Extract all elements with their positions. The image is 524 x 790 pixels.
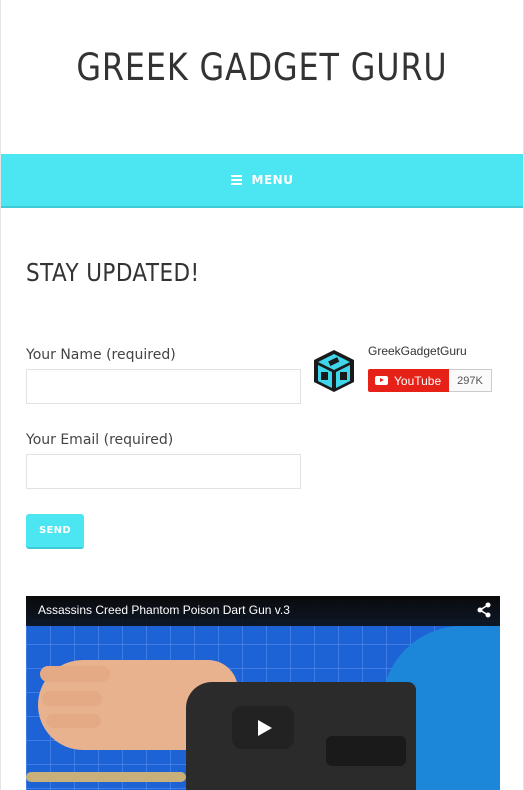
youtube-subscribe: YouTube 297K xyxy=(368,369,492,392)
name-input[interactable] xyxy=(26,369,301,404)
video-frame-rod xyxy=(26,772,186,782)
channel-logo-icon[interactable] xyxy=(311,348,357,394)
video-frame-finger xyxy=(46,714,101,728)
video-title[interactable]: Assassins Creed Phantom Poison Dart Gun … xyxy=(38,603,290,617)
video-player[interactable]: Assassins Creed Phantom Poison Dart Gun … xyxy=(26,596,500,790)
share-icon[interactable] xyxy=(476,602,492,618)
youtube-subscribe-button[interactable]: YouTube xyxy=(368,369,450,392)
name-label: Your Name (required) xyxy=(26,347,176,363)
subscriber-count: 297K xyxy=(449,369,492,392)
section-title: STAY UPDATED! xyxy=(26,258,200,287)
menu-label: MENU xyxy=(251,173,294,187)
youtube-button-label: YouTube xyxy=(394,373,442,388)
email-input[interactable] xyxy=(26,454,301,489)
play-icon[interactable] xyxy=(232,706,294,749)
youtube-play-icon xyxy=(375,376,388,385)
channel-name[interactable]: GreekGadgetGuru xyxy=(368,344,467,358)
send-button[interactable]: SEND xyxy=(26,514,84,549)
email-label: Your Email (required) xyxy=(26,432,174,448)
menu-toggle[interactable]: MENU xyxy=(1,154,523,208)
page-frame: GREEK GADGET GURU MENU STAY UPDATED! You… xyxy=(0,0,524,790)
video-frame-finger xyxy=(40,666,110,682)
video-frame-gun xyxy=(326,736,406,766)
video-frame-finger xyxy=(42,691,102,706)
video-title-bar: Assassins Creed Phantom Poison Dart Gun … xyxy=(26,596,500,626)
youtube-subscribe-widget: GreekGadgetGuru YouTube 297K xyxy=(311,342,496,398)
hamburger-icon xyxy=(230,175,242,185)
site-title[interactable]: GREEK GADGET GURU xyxy=(38,46,487,89)
